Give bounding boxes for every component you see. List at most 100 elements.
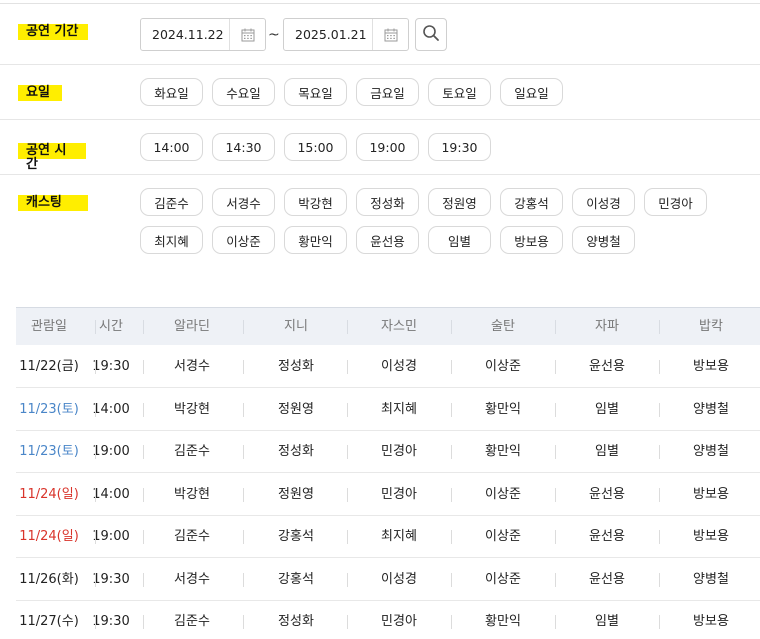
day-chip[interactable]: 토요일	[428, 78, 491, 106]
table-row[interactable]: 11/23(토) 19:00 김준수 정성화 민경아 황만익 임별 양병철	[16, 431, 760, 473]
cast-cell: 방보용	[693, 359, 729, 374]
column-header: 자스민	[381, 319, 417, 334]
cast-cell: 이상준	[485, 529, 521, 544]
cast-cell: 민경아	[381, 614, 417, 629]
search-button[interactable]	[415, 18, 447, 51]
column-header: 알라딘	[174, 319, 210, 334]
cell-divider	[451, 615, 452, 629]
cell-divider	[659, 487, 660, 502]
cell-divider	[555, 487, 556, 502]
cell-divider	[451, 402, 452, 417]
date-range-separator: ~	[268, 27, 280, 43]
start-date-field[interactable]: 2024.11.22	[140, 18, 266, 51]
day-label: 요일	[18, 85, 62, 101]
cast-chip[interactable]: 민경아	[644, 188, 707, 216]
cast-cell: 박강현	[174, 401, 210, 417]
cast-cell: 이상준	[485, 359, 521, 374]
time-chip[interactable]: 15:00	[284, 133, 347, 161]
cast-cell: 서경수	[174, 571, 210, 587]
cast-cell: 정성화	[278, 359, 314, 374]
cast-cell: 방보용	[693, 529, 729, 544]
cast-chip[interactable]: 양병철	[572, 226, 635, 254]
cast-cell: 김준수	[174, 529, 210, 544]
column-header: 자파	[595, 319, 619, 334]
filter-row-cast: 캐스팅 김준수 서경수 박강현 정성화 정원영 강홍석 이성경 민경아최지혜 이상준 황만익 윤선용…	[0, 175, 760, 267]
cell-divider	[555, 402, 556, 417]
cell-divider	[143, 402, 144, 417]
cell-divider	[143, 487, 144, 502]
calendar-icon[interactable]	[229, 19, 265, 50]
cast-chip[interactable]: 정원영	[428, 188, 491, 216]
cast-label: 캐스팅	[18, 195, 88, 211]
time-chip[interactable]: 14:30	[212, 133, 275, 161]
cast-cell: 방보용	[693, 614, 729, 629]
cast-cell: 이상준	[485, 571, 521, 587]
table-row[interactable]: 11/24(일) 19:00 김준수 강홍석 최지혜 이상준 윤선용 방보용	[16, 516, 760, 558]
time-chip[interactable]: 14:00	[140, 133, 203, 161]
cast-chip[interactable]: 윤선용	[356, 226, 419, 254]
cell-divider	[243, 615, 244, 629]
day-chip[interactable]: 금요일	[356, 78, 419, 106]
cell-divider	[143, 530, 144, 544]
cell-divider	[451, 572, 452, 587]
cast-cell: 임별	[595, 401, 619, 417]
table-row[interactable]: 11/26(화) 19:30 서경수 강홍석 이성경 이상준 윤선용 양병철	[16, 559, 760, 601]
cast-chip[interactable]: 방보용	[500, 226, 563, 254]
day-chip[interactable]: 목요일	[284, 78, 347, 106]
table-row[interactable]: 11/24(일) 14:00 박강현 정원영 민경아 이상준 윤선용 방보용	[16, 474, 760, 516]
cast-cell: 이상준	[485, 486, 521, 502]
cast-chip[interactable]: 정성화	[356, 188, 419, 216]
cast-cell: 이성경	[381, 571, 417, 587]
cell-divider	[659, 572, 660, 587]
search-icon	[422, 24, 440, 46]
cell-divider	[451, 445, 452, 459]
cell-divider	[243, 360, 244, 374]
calendar-icon[interactable]	[372, 19, 408, 50]
cast-chip[interactable]: 최지혜	[140, 226, 203, 254]
cell-divider	[555, 572, 556, 587]
cell-divider	[95, 402, 96, 417]
cast-chip[interactable]: 황만익	[284, 226, 347, 254]
cell-divider	[95, 360, 96, 374]
time-chip[interactable]: 19:00	[356, 133, 419, 161]
table-row[interactable]: 11/23(토) 14:00 박강현 정원영 최지혜 황만익 임별 양병철	[16, 389, 760, 431]
cell-divider	[347, 615, 348, 629]
cell-divider	[659, 530, 660, 544]
cast-chip[interactable]: 이상준	[212, 226, 275, 254]
cast-cell: 윤선용	[589, 359, 625, 374]
end-date-value: 2025.01.21	[295, 27, 367, 42]
cast-cell: 최지혜	[381, 529, 417, 544]
cell-divider	[659, 402, 660, 417]
cast-cell: 황만익	[485, 614, 521, 629]
cast-chip[interactable]: 이성경	[572, 188, 635, 216]
cast-cell: 정원영	[278, 401, 314, 417]
cell-divider	[95, 487, 96, 502]
cell-divider	[347, 360, 348, 374]
filter-row-day: 요일 화요일 수요일 목요일 금요일 토요일 일요일	[0, 65, 760, 120]
cell-divider	[243, 530, 244, 544]
cast-cell: 정원영	[278, 486, 314, 502]
cell-divider	[659, 360, 660, 374]
cast-chip[interactable]: 서경수	[212, 188, 275, 216]
cast-cell: 황만익	[485, 444, 521, 459]
time-chip[interactable]: 19:30	[428, 133, 491, 161]
table-row[interactable]: 11/22(금) 19:30 서경수 정성화 이성경 이상준 윤선용 방보용	[16, 346, 760, 388]
day-chip[interactable]: 일요일	[500, 78, 563, 106]
period-label: 공연 기간	[18, 24, 88, 40]
cast-cell: 정성화	[278, 444, 314, 459]
day-chip[interactable]: 수요일	[212, 78, 275, 106]
start-date-value: 2024.11.22	[152, 27, 224, 42]
cell-divider	[347, 487, 348, 502]
cast-chip[interactable]: 박강현	[284, 188, 347, 216]
end-date-field[interactable]: 2025.01.21	[283, 18, 409, 51]
column-divider	[555, 320, 556, 334]
cast-chip[interactable]: 임별	[428, 226, 491, 254]
cast-chip[interactable]: 김준수	[140, 188, 203, 216]
table-row[interactable]: 11/27(수) 19:30 김준수 정성화 민경아 황만익 임별 방보용	[16, 601, 760, 639]
cell-divider	[451, 487, 452, 502]
cast-cell: 민경아	[381, 444, 417, 459]
cast-cell: 정성화	[278, 614, 314, 629]
cast-chip[interactable]: 강홍석	[500, 188, 563, 216]
day-chip[interactable]: 화요일	[140, 78, 203, 106]
cell-divider	[555, 530, 556, 544]
